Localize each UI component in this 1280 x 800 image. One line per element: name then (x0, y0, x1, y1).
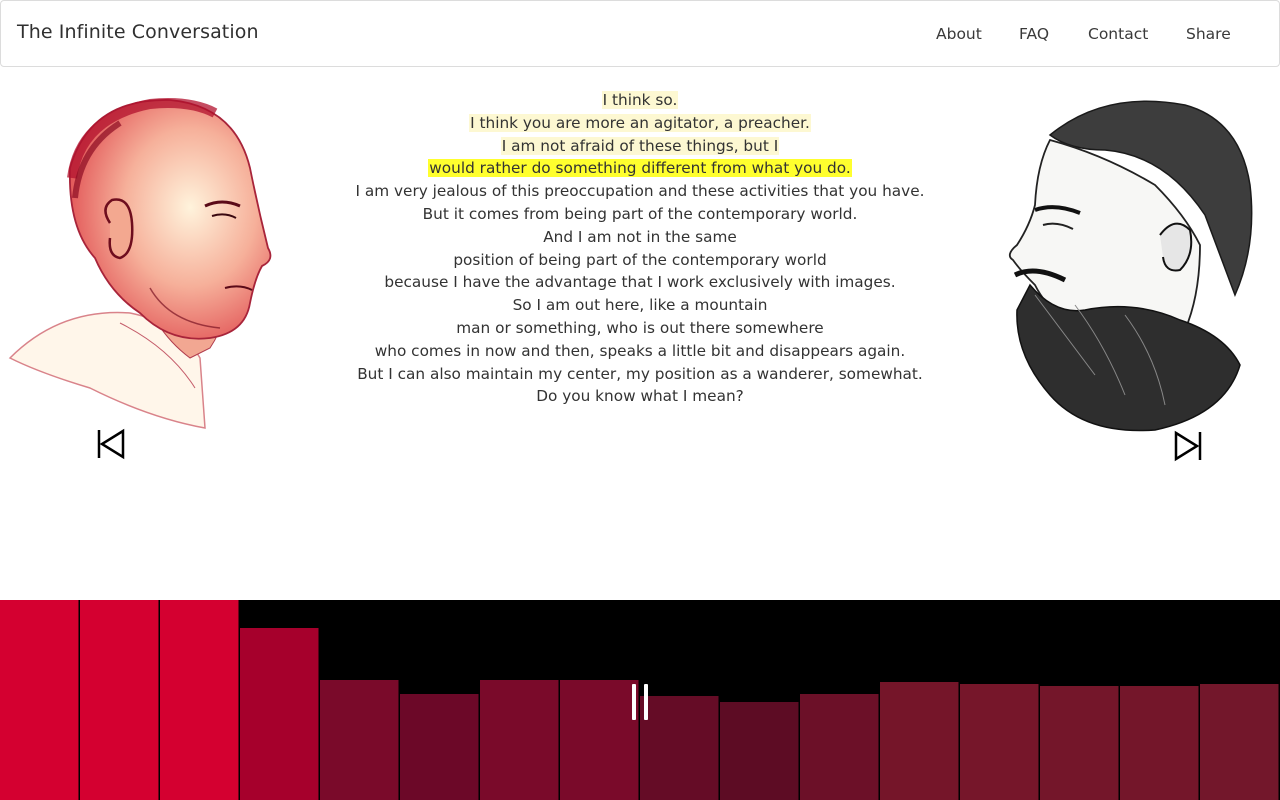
skip-back-icon[interactable] (96, 428, 126, 460)
transcript-line: Do you know what I mean? (536, 387, 744, 406)
transcript-line: who comes in now and then, speaks a litt… (374, 341, 906, 360)
nav-share[interactable]: Share (1186, 25, 1231, 43)
transcript-line: I think so. (601, 91, 679, 109)
visualizer-bar (1120, 686, 1199, 800)
visualizer-bar (80, 600, 159, 800)
visualizer-bar (1040, 686, 1119, 800)
visualizer-bar (160, 600, 239, 800)
transcript-line: But I can also maintain my center, my po… (357, 364, 923, 383)
transcript-line: But it comes from being part of the cont… (422, 204, 858, 223)
visualizer-bar (400, 694, 479, 800)
visualizer-bar (800, 694, 879, 800)
pause-icon (644, 684, 648, 720)
visualizer-bar (1200, 684, 1279, 800)
right-speaker-portrait (1008, 100, 1253, 432)
transcript-line: man or something, who is out there somew… (456, 318, 824, 337)
pause-button[interactable] (626, 680, 656, 724)
left-speaker-portrait (8, 98, 272, 429)
visualizer-bar (0, 600, 79, 800)
transcript-line: I think you are more an agitator, a prea… (469, 113, 811, 132)
transcript-line: So I am out here, like a mountain (512, 296, 768, 315)
conversation-transcript: I think so. I think you are more an agit… (330, 89, 950, 408)
pause-icon (632, 684, 636, 720)
transcript-line-current: would rather do something different from… (428, 159, 852, 178)
skip-forward-icon[interactable] (1173, 430, 1203, 462)
visualizer-bar (320, 680, 399, 800)
visualizer-bar (720, 702, 799, 800)
navbar: The Infinite Conversation About FAQ Cont… (0, 0, 1280, 67)
visualizer-bar (240, 628, 319, 800)
visualizer-bar (960, 684, 1039, 800)
nav-about[interactable]: About (936, 25, 982, 43)
visualizer-bar (480, 680, 559, 800)
transcript-line: because I have the advantage that I work… (384, 273, 896, 292)
transcript-line: position of being part of the contempora… (453, 250, 827, 269)
site-title[interactable]: The Infinite Conversation (17, 21, 259, 43)
transcript-line: I am not afraid of these things, but I (500, 136, 780, 155)
nav-faq[interactable]: FAQ (1019, 25, 1049, 43)
visualizer-bar (880, 682, 959, 800)
transcript-line: And I am not in the same (543, 227, 737, 246)
nav-contact[interactable]: Contact (1088, 25, 1148, 43)
transcript-line: I am very jealous of this preoccupation … (355, 182, 925, 201)
